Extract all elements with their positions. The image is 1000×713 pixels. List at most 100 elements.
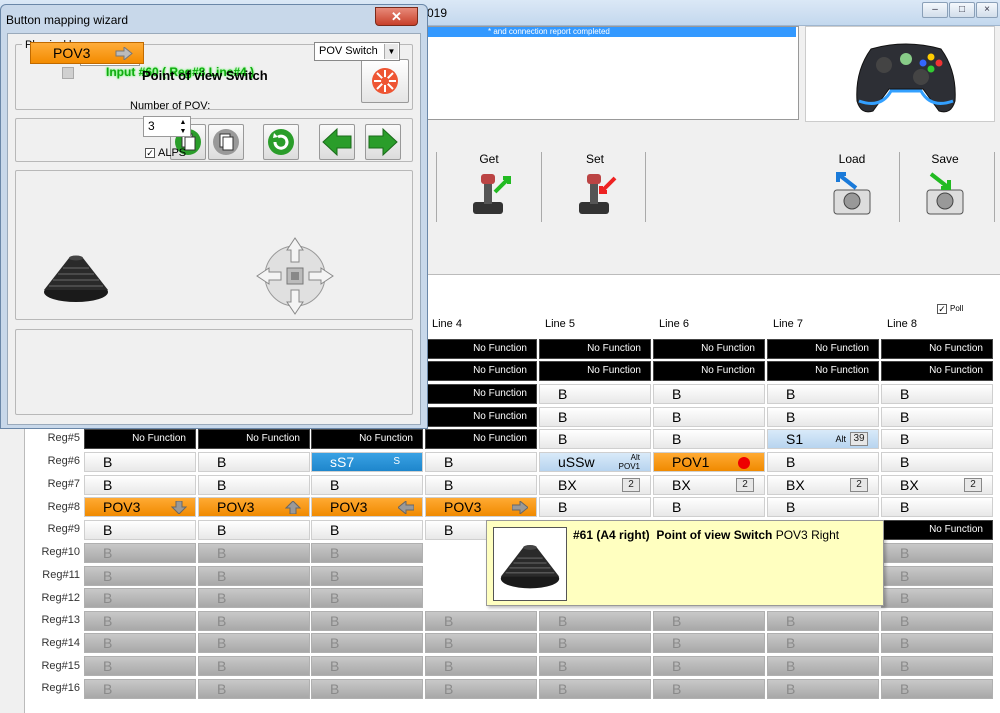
grid-cell-disabled: B xyxy=(881,611,993,631)
grid-cell-bx[interactable]: BX 2 xyxy=(539,475,651,495)
grid-cell[interactable]: B xyxy=(539,429,651,449)
grid-cell-pov3-up[interactable]: POV3 xyxy=(198,497,310,517)
grid-cell[interactable]: B xyxy=(767,407,879,427)
cell-label: POV3 xyxy=(103,499,141,515)
grid-cell[interactable]: No Function xyxy=(425,407,537,427)
grid-cell-bx[interactable]: BX 2 xyxy=(881,475,993,495)
pov-type-select[interactable]: POV Switch ▼ xyxy=(314,42,400,61)
grid-cell[interactable]: No Function xyxy=(881,520,993,540)
grid-cell[interactable]: No Function xyxy=(653,339,765,359)
grid-cell-disabled: B xyxy=(198,611,310,631)
grid-cell[interactable]: B xyxy=(881,384,993,404)
grid-cell-disabled: B xyxy=(311,566,423,586)
grid-cell-ussw[interactable]: uSSw Alt POV1 xyxy=(539,452,651,472)
get-button[interactable]: Get xyxy=(437,150,541,224)
grid-cell-disabled: B xyxy=(84,588,196,608)
grid-cell[interactable]: No Function xyxy=(539,339,651,359)
input-led-indicator xyxy=(62,67,74,79)
reset-button[interactable] xyxy=(361,59,409,103)
cell-label: BX xyxy=(558,477,577,493)
grid-cell-pov3-left[interactable]: POV3 xyxy=(311,497,423,517)
minimize-button[interactable]: – xyxy=(922,2,948,18)
grid-cell-pov3-down[interactable]: POV3 xyxy=(84,497,196,517)
maximize-button[interactable]: □ xyxy=(949,2,975,18)
grid-cell[interactable]: B xyxy=(881,407,993,427)
cell-label: BX xyxy=(672,477,691,493)
grid-cell[interactable]: B xyxy=(881,452,993,472)
grid-cell[interactable]: B xyxy=(539,384,651,404)
load-button[interactable]: Load xyxy=(800,150,904,224)
grid-cell[interactable]: No Function xyxy=(198,429,310,449)
grid-cell[interactable]: B xyxy=(767,384,879,404)
cell-label: sS7 xyxy=(330,454,355,470)
cell-label: uSSw xyxy=(558,454,595,470)
next-button[interactable] xyxy=(365,124,401,160)
grid-cell[interactable]: B xyxy=(84,520,196,540)
grid-cell[interactable]: B xyxy=(653,429,765,449)
grid-cell[interactable]: No Function xyxy=(425,384,537,404)
grid-cell[interactable]: No Function xyxy=(653,361,765,381)
grid-cell[interactable]: B xyxy=(881,497,993,517)
pov-direction-pad[interactable] xyxy=(255,236,335,316)
grid-cell[interactable]: No Function xyxy=(539,361,651,381)
grid-cell[interactable]: B xyxy=(539,407,651,427)
grid-cell-disabled: B xyxy=(311,656,423,676)
grid-cell[interactable]: No Function xyxy=(84,429,196,449)
count-badge: 2 xyxy=(622,478,640,492)
tooltip: #61 (A4 right) Point of view Switch POV3… xyxy=(486,520,884,606)
grid-cell[interactable]: B xyxy=(198,475,310,495)
grid-cell-s1[interactable]: S1 Alt 39 xyxy=(767,429,879,449)
grid-cell[interactable]: B xyxy=(767,497,879,517)
grid-cell[interactable]: B xyxy=(198,452,310,472)
grid-cell[interactable]: No Function xyxy=(425,429,537,449)
log-selected-line[interactable]: * and connection report completed xyxy=(428,27,796,37)
row-label: Reg#6 xyxy=(47,455,80,467)
pov-hat-image xyxy=(493,527,567,601)
grid-cell-bx[interactable]: BX 2 xyxy=(653,475,765,495)
grid-cell[interactable]: B xyxy=(539,497,651,517)
grid-cell-pov1[interactable]: POV1 xyxy=(653,452,765,472)
set-button[interactable]: Set xyxy=(543,150,647,224)
wizard-close-button[interactable]: ✕ xyxy=(375,7,418,26)
grid-cell[interactable]: B xyxy=(881,429,993,449)
toolbar-separator xyxy=(994,152,995,222)
previous-button[interactable] xyxy=(319,124,355,160)
grid-cell[interactable]: B xyxy=(198,520,310,540)
grid-cell[interactable]: B xyxy=(653,407,765,427)
grid-cell[interactable]: B xyxy=(653,384,765,404)
grid-cell-ss7[interactable]: sS7 S xyxy=(311,452,423,472)
spin-arrows-icon[interactable]: ▲▼ xyxy=(178,118,188,136)
paste-button[interactable] xyxy=(208,124,244,160)
grid-cell-disabled: B xyxy=(653,679,765,699)
number-of-pov-spinner[interactable]: 3 ▲ ▼ xyxy=(143,116,191,137)
tooltip-id: #61 (A4 right) xyxy=(573,528,650,542)
grid-cell[interactable]: No Function xyxy=(767,361,879,381)
pov3-button[interactable]: POV3 xyxy=(30,42,144,64)
grid-cell[interactable]: B xyxy=(767,452,879,472)
grid-cell[interactable]: No Function xyxy=(311,429,423,449)
grid-cell[interactable]: B xyxy=(311,475,423,495)
load-label: Load xyxy=(838,152,866,166)
grid-cell[interactable]: B xyxy=(653,497,765,517)
arrow-right-icon xyxy=(115,47,133,60)
refresh-button[interactable] xyxy=(263,124,299,160)
save-button[interactable]: Save xyxy=(893,150,997,224)
grid-cell[interactable]: B xyxy=(425,452,537,472)
grid-cell[interactable]: B xyxy=(425,475,537,495)
grid-cell[interactable]: B xyxy=(84,452,196,472)
poll-checkbox[interactable]: ✓ Poll xyxy=(937,304,963,314)
grid-cell[interactable]: No Function xyxy=(425,361,537,381)
grid-cell[interactable]: B xyxy=(84,475,196,495)
grid-cell[interactable]: No Function xyxy=(767,339,879,359)
grid-cell-bx[interactable]: BX 2 xyxy=(767,475,879,495)
grid-cell-pov3-right[interactable]: POV3 xyxy=(425,497,537,517)
grid-cell[interactable]: No Function xyxy=(881,361,993,381)
grid-cell-disabled: B xyxy=(881,679,993,699)
alps-checkbox[interactable]: ✓ ALPS xyxy=(145,147,186,159)
grid-cell[interactable]: B xyxy=(311,520,423,540)
grid-cell[interactable]: No Function xyxy=(881,339,993,359)
cell-label: BX xyxy=(900,477,919,493)
close-main-button[interactable]: × xyxy=(976,2,998,18)
log-panel[interactable] xyxy=(427,26,799,120)
grid-cell[interactable]: No Function xyxy=(425,339,537,359)
